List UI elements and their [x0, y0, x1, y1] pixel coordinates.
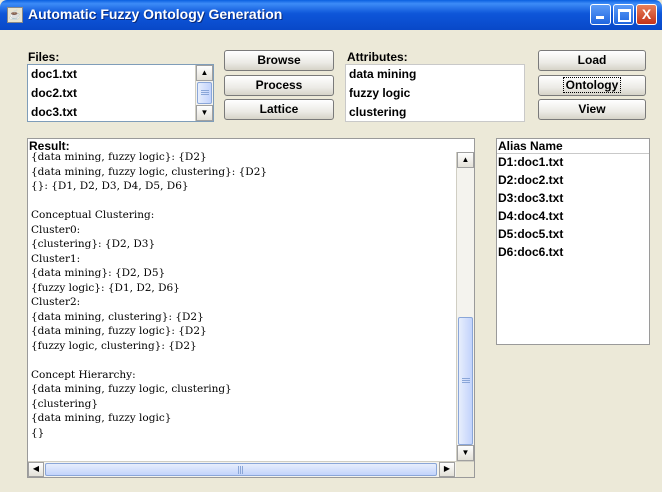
- title-bar[interactable]: ☕ Automatic Fuzzy Ontology Generation X: [0, 0, 662, 30]
- grip-icon: [461, 378, 470, 384]
- files-scrollbar[interactable]: ▲ ▼: [195, 65, 213, 121]
- result-line: [31, 194, 267, 209]
- result-line: {data mining, fuzzy logic}: {D2}: [31, 152, 207, 163]
- files-list-item[interactable]: doc3.txt: [31, 105, 77, 119]
- close-button[interactable]: X: [636, 4, 657, 25]
- result-line: {data mining}: {D2, D5}: [31, 267, 166, 279]
- files-list-item[interactable]: doc1.txt: [31, 67, 77, 81]
- attributes-list[interactable]: data mining fuzzy logic clustering: [345, 64, 525, 122]
- result-line: {fuzzy logic}: {D1, D2, D6}: [31, 281, 180, 294]
- alias-list-item[interactable]: D5:doc5.txt: [498, 227, 563, 241]
- minimize-button[interactable]: [590, 4, 611, 25]
- result-line: {}: [31, 426, 45, 439]
- grip-icon: [200, 90, 209, 96]
- files-scroll-thumb[interactable]: [197, 82, 212, 104]
- view-button[interactable]: View: [538, 99, 646, 120]
- result-hscroll-thumb[interactable]: [45, 463, 437, 476]
- result-line: {data mining, fuzzy logic}: [31, 412, 172, 424]
- result-line: {}: {D1, D2, D3, D4, D5, D6}: [31, 180, 189, 192]
- alias-header-label: Alias Name: [498, 139, 563, 153]
- result-line: {data mining, fuzzy logic, clustering}: [31, 383, 232, 395]
- scroll-left-icon[interactable]: ◀: [28, 462, 44, 477]
- attributes-list-item[interactable]: clustering: [349, 105, 406, 119]
- window-title: Automatic Fuzzy Ontology Generation: [28, 6, 283, 22]
- process-button[interactable]: Process: [224, 75, 334, 96]
- result-horizontal-scrollbar[interactable]: ◀ ▶: [28, 461, 474, 477]
- attributes-list-item[interactable]: fuzzy logic: [349, 86, 410, 100]
- alias-list-item[interactable]: D4:doc4.txt: [498, 209, 563, 223]
- alias-list-item[interactable]: D6:doc6.txt: [498, 245, 563, 259]
- load-button[interactable]: Load: [538, 50, 646, 71]
- scroll-down-icon[interactable]: ▼: [196, 105, 213, 121]
- files-list-item[interactable]: doc2.txt: [31, 86, 77, 100]
- app-window: ☕ Automatic Fuzzy Ontology Generation X …: [0, 0, 662, 492]
- result-line: Concept Hierarchy:: [31, 368, 136, 381]
- files-list[interactable]: doc1.txt doc2.txt doc3.txt ▲ ▼: [27, 64, 214, 122]
- scroll-up-icon[interactable]: ▲: [457, 152, 474, 168]
- result-line: Conceptual Clustering:: [31, 209, 155, 221]
- alias-panel[interactable]: Alias Name D1:doc1.txt D2:doc2.txt D3:do…: [496, 138, 650, 345]
- result-vertical-scrollbar[interactable]: ▲ ▼: [456, 152, 474, 461]
- result-label: Result:: [29, 139, 70, 153]
- attributes-label: Attributes:: [347, 50, 408, 64]
- result-scroll-thumb[interactable]: [458, 317, 473, 445]
- result-panel: Result: {data mining, fuzzy logic}: {D2}…: [27, 138, 475, 478]
- scroll-right-icon[interactable]: ▶: [439, 462, 455, 477]
- lattice-button[interactable]: Lattice: [224, 99, 334, 120]
- alias-list-item[interactable]: D3:doc3.txt: [498, 191, 563, 205]
- result-line: {clustering}: [31, 397, 99, 410]
- result-text-viewport[interactable]: {data mining, fuzzy logic}: {D2} {data mi…: [28, 152, 455, 461]
- maximize-button[interactable]: [613, 4, 634, 25]
- result-line: {fuzzy logic, clustering}: {D2}: [31, 339, 197, 352]
- files-label: Files:: [28, 50, 60, 64]
- process-button-label: Process: [255, 78, 303, 92]
- java-app-icon: ☕: [7, 7, 23, 23]
- result-line: {clustering}: {D2, D3}: [31, 238, 156, 250]
- grip-icon: [238, 465, 244, 474]
- load-button-label: Load: [577, 53, 607, 67]
- minimize-icon: [596, 16, 604, 19]
- browse-button[interactable]: Browse: [224, 50, 334, 71]
- lattice-button-label: Lattice: [259, 102, 299, 116]
- result-text[interactable]: {data mining, fuzzy logic}: {D2} {data mi…: [31, 152, 267, 440]
- view-button-label: View: [578, 102, 606, 116]
- result-line: Cluster1:: [31, 252, 81, 265]
- scroll-up-icon[interactable]: ▲: [196, 65, 213, 81]
- result-line: {data mining, fuzzy logic}: {D2}: [31, 325, 207, 337]
- alias-list-item[interactable]: D1:doc1.txt: [498, 155, 563, 169]
- result-line: [31, 353, 267, 368]
- maximize-icon: [618, 9, 631, 22]
- scroll-down-icon[interactable]: ▼: [457, 445, 474, 461]
- browse-button-label: Browse: [257, 53, 301, 67]
- alias-list-item[interactable]: D2:doc2.txt: [498, 173, 563, 187]
- ontology-button[interactable]: Ontology: [538, 75, 646, 96]
- scroll-corner: [456, 462, 474, 477]
- result-line: {data mining, clustering}: {D2}: [31, 310, 204, 323]
- ontology-button-label: Ontology: [562, 77, 622, 93]
- result-line: {data mining, fuzzy logic, clustering}: …: [31, 165, 268, 178]
- result-line: Cluster0:: [31, 223, 81, 236]
- attributes-list-item[interactable]: data mining: [349, 67, 416, 81]
- close-icon: X: [641, 6, 652, 22]
- result-line: Cluster2:: [31, 296, 81, 308]
- alias-header: Alias Name: [497, 139, 649, 154]
